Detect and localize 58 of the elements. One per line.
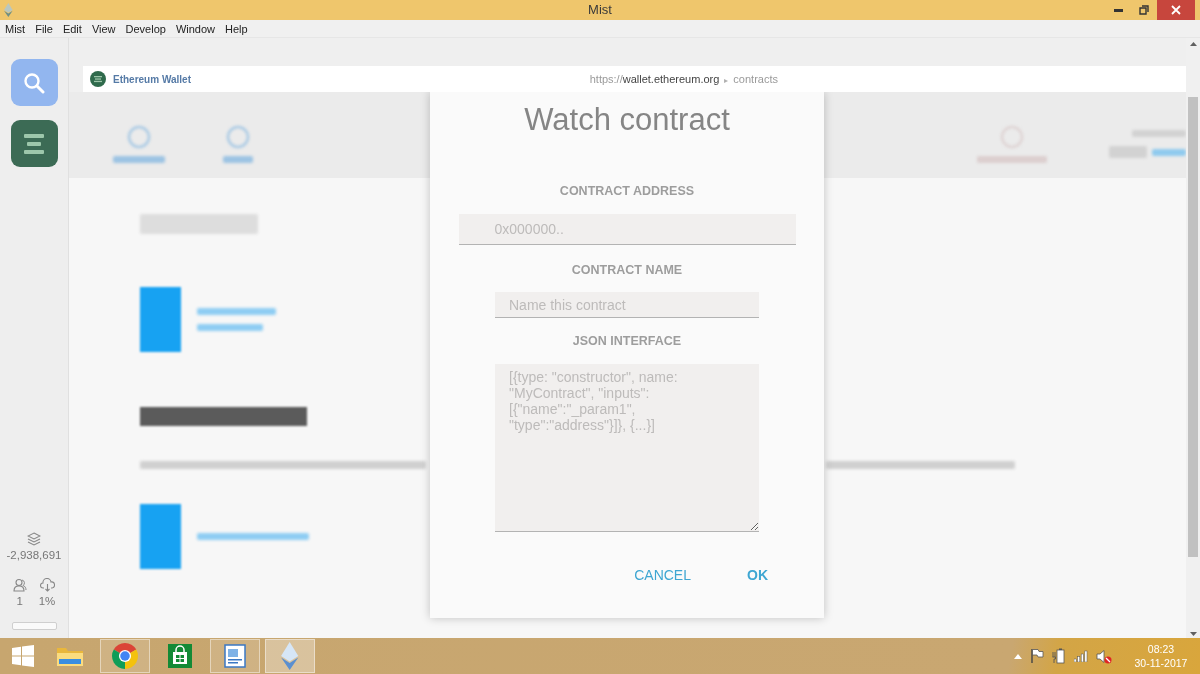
- muted-speaker-icon[interactable]: [1096, 648, 1112, 664]
- site-name: Ethereum Wallet: [113, 73, 191, 85]
- scrollbar-thumb[interactable]: [1188, 97, 1198, 557]
- logo-icon: [90, 71, 106, 87]
- three-bars-icon: [22, 132, 46, 155]
- flag-icon[interactable]: [1030, 648, 1044, 664]
- window-title: Mist: [588, 1, 612, 19]
- windows-logo-icon: [11, 645, 34, 667]
- taskbar-app-button[interactable]: [265, 639, 315, 673]
- blurred-text: [1132, 130, 1186, 137]
- blurred-text: [197, 324, 263, 331]
- blurred-text: [113, 156, 165, 163]
- layers-icon: [27, 532, 41, 546]
- blurred-text: [223, 156, 253, 163]
- diamond-icon: [281, 642, 299, 670]
- cloud-download-icon: [39, 578, 55, 592]
- menu-item[interactable]: File: [35, 20, 53, 37]
- blurred-text: [1109, 146, 1147, 158]
- dialog-title: Watch contract: [524, 102, 730, 138]
- restore-icon: [1139, 5, 1149, 15]
- menu-item[interactable]: Edit: [62, 20, 82, 37]
- scroll-down-icon[interactable]: [1189, 632, 1197, 636]
- battery-icon[interactable]: [1052, 648, 1066, 664]
- search-icon: [23, 71, 45, 94]
- menu-item[interactable]: Develop: [125, 20, 166, 37]
- menu-item[interactable]: Mist: [5, 20, 26, 37]
- taskbar-app-button[interactable]: [210, 639, 260, 673]
- picture-document-icon: [224, 644, 246, 668]
- menu-item[interactable]: View: [91, 20, 116, 37]
- page-url[interactable]: https://wallet.ethereum.org ▸ contracts: [589, 73, 778, 85]
- peer-count: 1: [16, 594, 23, 609]
- people-icon: [12, 578, 27, 592]
- caret-up-icon[interactable]: [1014, 653, 1022, 659]
- scroll-up-icon[interactable]: [1189, 42, 1197, 46]
- wallet-app-button[interactable]: [10, 120, 58, 167]
- close-button[interactable]: [1157, 0, 1195, 20]
- clock-time: 08:23: [1147, 642, 1175, 656]
- field-label: CONTRACT NAME: [571, 263, 683, 277]
- taskbar-app-button[interactable]: [100, 639, 150, 673]
- minimize-icon: [1113, 8, 1123, 12]
- field-label: CONTRACT ADDRESS: [559, 184, 695, 198]
- diamond-icon: [4, 3, 13, 17]
- shopping-bag-icon: [168, 644, 192, 668]
- blurred-circle-icon: [227, 126, 249, 148]
- blurred-text: [1152, 148, 1186, 156]
- tricolor-circle-icon: [112, 643, 138, 669]
- menu-item[interactable]: Window: [175, 20, 215, 37]
- blurred-tile: [140, 504, 181, 569]
- signal-bars-icon[interactable]: [1074, 650, 1088, 662]
- menu-item[interactable]: Help: [225, 20, 248, 37]
- clock-date: 30-11-2017: [1134, 656, 1188, 670]
- field-label: JSON INTERFACE: [572, 334, 682, 348]
- blurred-tile: [140, 287, 181, 352]
- blurred-text: [977, 156, 1047, 163]
- block-number: -2,938,691: [6, 548, 62, 563]
- sync-percent: 1%: [38, 594, 56, 609]
- close-icon: [1171, 5, 1181, 15]
- blurred-circle-icon: [128, 126, 150, 148]
